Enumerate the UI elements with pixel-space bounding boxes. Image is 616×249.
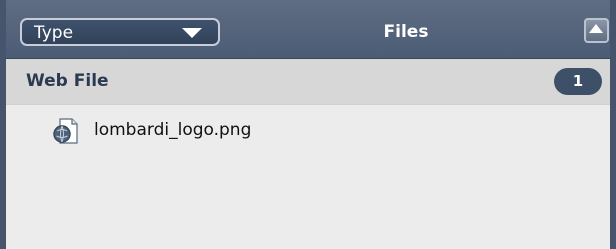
list-item[interactable]: lombardi_logo.png [52, 116, 312, 146]
panel-title: Files [383, 22, 429, 42]
web-file-icon [53, 118, 78, 144]
chevron-down-icon [182, 28, 202, 38]
collapse-button[interactable] [584, 18, 609, 43]
group-label: Web File [26, 71, 109, 91]
files-panel: Type Files Web File 1 lombardi_logo.png [0, 0, 616, 249]
type-filter-dropdown[interactable]: Type [20, 18, 220, 46]
file-name: lombardi_logo.png [94, 120, 252, 140]
triangle-up-icon [589, 24, 603, 33]
type-filter-label: Type [34, 23, 74, 43]
count-badge: 1 [554, 68, 602, 95]
group-header-web-file[interactable]: Web File 1 [6, 59, 610, 105]
panel-header: Type Files [6, 0, 610, 59]
